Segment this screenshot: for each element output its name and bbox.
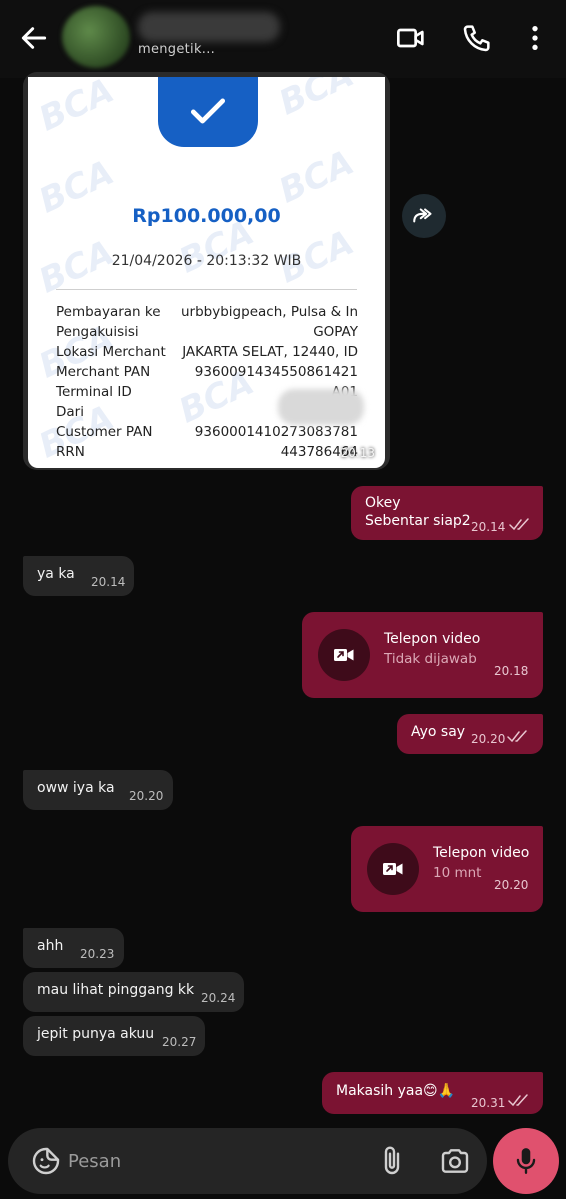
receipt-row-label: Terminal ID (56, 384, 132, 400)
payment-receipt-image: BCA BCA BCA BCA BCA BCA BCA BCA BCA BCA … (28, 77, 385, 468)
success-badge (158, 77, 258, 147)
video-call-message[interactable]: Telepon video 10 mnt 20.20 (351, 826, 543, 912)
received-message[interactable]: oww iya ka 20.20 (23, 770, 173, 810)
message-time: 20.27 (162, 1035, 197, 1049)
message-text: ahh (37, 938, 64, 954)
payment-amount: Rp100.000,00 (132, 205, 281, 227)
receipt-row-value: urbbybigpeach, Pulsa & In (181, 304, 358, 320)
receipt-row-label: Pengakuisisi (56, 324, 139, 340)
receipt-row-label: Customer PAN (56, 424, 153, 440)
message-input[interactable] (68, 1140, 368, 1182)
message-time: 20.24 (201, 991, 236, 1005)
receipt-row-value: JAKARTA SELAT, 12440, ID (182, 344, 358, 360)
message-composer (8, 1128, 487, 1194)
receipt-row-value: 9360001410273083781 (194, 424, 358, 440)
message-text: ya ka (37, 566, 75, 582)
receipt-row: Customer PAN 9360001410273083781 (56, 424, 358, 444)
message-time: 20.20 (129, 789, 164, 803)
receipt-row-label: Lokasi Merchant (56, 344, 166, 360)
call-icon-circle (318, 629, 370, 681)
message-time: 20.14 (91, 575, 126, 589)
receipt-row-label: Pembayaran ke (56, 304, 161, 320)
voice-record-button[interactable] (493, 1128, 559, 1194)
message-text: Okey (365, 495, 401, 511)
typing-status: mengetik... (138, 42, 216, 57)
video-call-icon[interactable] (395, 22, 427, 54)
sent-message[interactable]: Okey Sebentar siap2 20.14 (351, 486, 543, 540)
call-subtitle: 10 mnt (433, 865, 482, 881)
message-time: 20.13 (340, 446, 375, 460)
video-call-message[interactable]: Telepon video Tidak dijawab 20.18 (302, 612, 543, 698)
receipt-row-value: 9360091434550861421 (194, 364, 358, 380)
message-text: oww iya ka (37, 780, 115, 796)
call-subtitle: Tidak dijawab (384, 651, 477, 667)
call-title: Telepon video (384, 631, 481, 647)
message-text: Ayo say (411, 724, 466, 740)
read-ticks-icon (507, 730, 527, 743)
forward-icon (413, 208, 432, 223)
message-time: 20.20 (471, 732, 506, 746)
sent-message[interactable]: Ayo say 20.20 (397, 714, 543, 754)
message-time: 20.23 (80, 947, 115, 961)
message-time: 20.14 (471, 520, 506, 534)
receipt-row-label: RRN (56, 444, 85, 460)
message-time: 20.31 (471, 1096, 506, 1110)
message-text: Sebentar siap2 (365, 513, 471, 529)
receipt-row: Lokasi Merchant JAKARTA SELAT, 12440, ID (56, 344, 358, 364)
received-message[interactable]: ya ka 20.14 (23, 556, 134, 596)
watermark-text: BCA (273, 142, 361, 212)
attach-icon[interactable] (376, 1145, 408, 1177)
chat-header: mengetik... (0, 0, 566, 78)
watermark-text: BCA (273, 77, 361, 124)
read-ticks-icon (508, 1094, 528, 1107)
divider (56, 289, 357, 290)
message-text: mau lihat pinggang kk (37, 982, 195, 998)
message-text: jepit punya akuu (37, 1026, 155, 1042)
receipt-row: RRN 443786464 (56, 444, 358, 464)
receipt-row: Pembayaran ke urbbybigpeach, Pulsa & In (56, 304, 358, 324)
forward-button[interactable] (402, 194, 446, 238)
read-ticks-icon (509, 518, 529, 531)
video-call-outgoing-icon (383, 863, 403, 875)
checkmark-icon (190, 98, 226, 124)
received-message[interactable]: mau lihat pinggang kk 20.24 (23, 972, 244, 1012)
image-message[interactable]: BCA BCA BCA BCA BCA BCA BCA BCA BCA BCA … (23, 72, 390, 470)
receipt-row: Merchant PAN 9360091434550861421 (56, 364, 358, 384)
video-call-outgoing-icon (334, 649, 354, 661)
payment-datetime: 21/04/2026 - 20:13:32 WIB (111, 253, 302, 269)
watermark-text: BCA (33, 77, 121, 140)
camera-icon[interactable] (438, 1145, 472, 1177)
phone-icon[interactable] (461, 22, 493, 54)
receipt-row-label: Merchant PAN (56, 364, 151, 380)
mic-icon (516, 1148, 536, 1174)
contact-name-redacted[interactable] (138, 12, 280, 42)
received-message[interactable]: jepit punya akuu 20.27 (23, 1016, 205, 1056)
receipt-row-value: GOPAY (313, 324, 358, 340)
contact-avatar[interactable] (62, 6, 130, 68)
message-text: Makasih yaa😊🙏 (336, 1083, 456, 1099)
call-icon-circle (367, 843, 419, 895)
more-vert-icon[interactable] (519, 22, 551, 54)
call-title: Telepon video (433, 845, 530, 861)
receipt-row: Pengakuisisi GOPAY (56, 324, 358, 344)
sent-message[interactable]: Makasih yaa😊🙏 20.31 (322, 1072, 543, 1114)
emoji-sticker-icon[interactable] (30, 1145, 62, 1177)
back-arrow-icon[interactable] (18, 22, 50, 54)
redacted-patch (278, 389, 364, 425)
message-time: 20.20 (494, 878, 529, 892)
message-time: 20.18 (494, 664, 529, 678)
received-message[interactable]: ahh 20.23 (23, 928, 124, 968)
receipt-row-label: Dari (56, 404, 84, 420)
